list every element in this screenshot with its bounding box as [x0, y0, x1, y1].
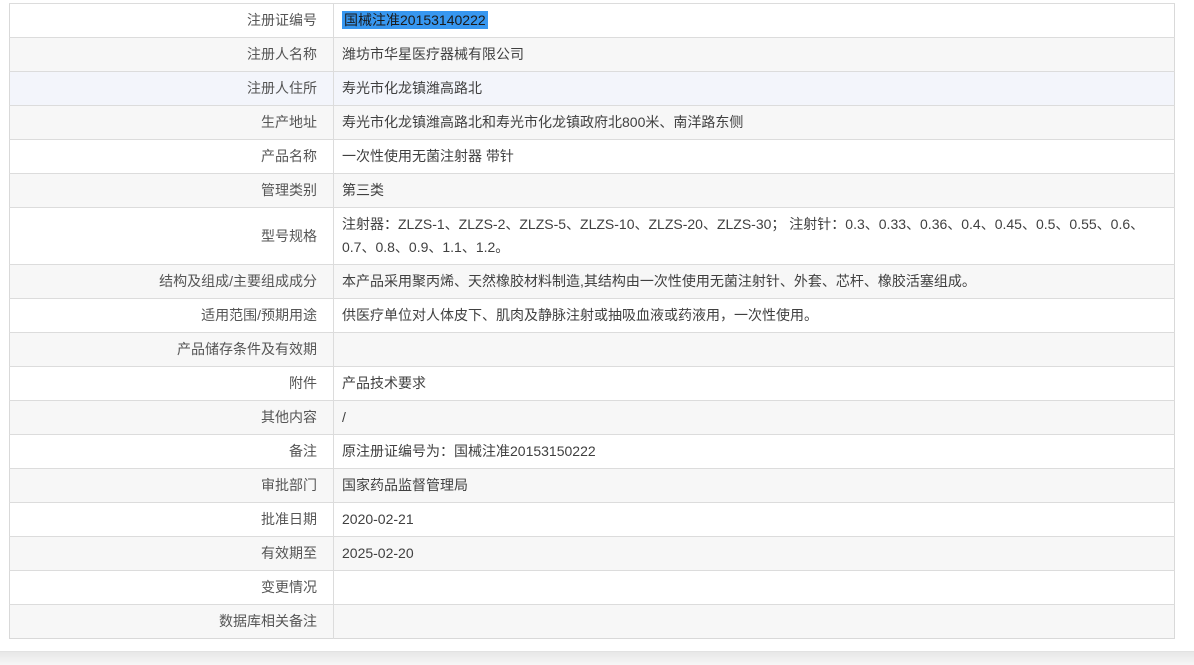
- field-label: 产品储存条件及有效期: [9, 332, 334, 367]
- table-row: 产品名称 一次性使用无菌注射器 带针: [9, 139, 1175, 174]
- field-value: 国家药品监督管理局: [333, 468, 1175, 503]
- field-label: 适用范围/预期用途: [9, 298, 334, 333]
- field-label: 注册证编号: [9, 3, 334, 38]
- table-row: 产品储存条件及有效期: [9, 332, 1175, 367]
- field-label: 备注: [9, 434, 334, 469]
- field-label: 注册人名称: [9, 37, 334, 72]
- field-value: [333, 570, 1175, 605]
- footer-strip: [0, 651, 1194, 665]
- field-value: [333, 604, 1175, 639]
- field-value: 2025-02-20: [333, 536, 1175, 571]
- field-label: 产品名称: [9, 139, 334, 174]
- table-row: 注册人住所 寿光市化龙镇潍高路北: [9, 71, 1175, 106]
- field-label: 审批部门: [9, 468, 334, 503]
- table-row: 生产地址 寿光市化龙镇潍高路北和寿光市化龙镇政府北800米、南洋路东侧: [9, 105, 1175, 140]
- field-value: 寿光市化龙镇潍高路北: [333, 71, 1175, 106]
- field-label: 数据库相关备注: [9, 604, 334, 639]
- field-label: 注册人住所: [9, 71, 334, 106]
- field-label: 管理类别: [9, 173, 334, 208]
- field-label: 生产地址: [9, 105, 334, 140]
- field-value: 供医疗单位对人体皮下、肌肉及静脉注射或抽吸血液或药液用，一次性使用。: [333, 298, 1175, 333]
- field-label: 有效期至: [9, 536, 334, 571]
- table-row: 型号规格 注射器：ZLZS-1、ZLZS-2、ZLZS-5、ZLZS-10、ZLZ…: [9, 207, 1175, 265]
- field-value: 一次性使用无菌注射器 带针: [333, 139, 1175, 174]
- field-value: [333, 332, 1175, 367]
- field-value: 2020-02-21: [333, 502, 1175, 537]
- field-label: 其他内容: [9, 400, 334, 435]
- field-label: 附件: [9, 366, 334, 401]
- field-label: 结构及组成/主要组成成分: [9, 264, 334, 299]
- field-label: 变更情况: [9, 570, 334, 605]
- field-value: 寿光市化龙镇潍高路北和寿光市化龙镇政府北800米、南洋路东侧: [333, 105, 1175, 140]
- table-row: 有效期至 2025-02-20: [9, 536, 1175, 571]
- table-row: 审批部门 国家药品监督管理局: [9, 468, 1175, 503]
- field-value: 第三类: [333, 173, 1175, 208]
- registration-detail-table: 注册证编号 国械注准20153140222 注册人名称 潍坊市华星医疗器械有限公司 注册…: [9, 3, 1175, 639]
- selected-registration-number[interactable]: 国械注准20153140222: [342, 11, 488, 29]
- table-row: 批准日期 2020-02-21: [9, 502, 1175, 537]
- field-value: 国械注准20153140222: [333, 3, 1175, 38]
- field-label: 批准日期: [9, 502, 334, 537]
- table-row: 适用范围/预期用途 供医疗单位对人体皮下、肌肉及静脉注射或抽吸血液或药液用，一次性…: [9, 298, 1175, 333]
- field-value: /: [333, 400, 1175, 435]
- table-row: 注册人名称 潍坊市华星医疗器械有限公司: [9, 37, 1175, 72]
- table-row: 结构及组成/主要组成成分 本产品采用聚丙烯、天然橡胶材料制造,其结构由一次性使用无…: [9, 264, 1175, 299]
- table-row: 备注 原注册证编号为：国械注准20153150222: [9, 434, 1175, 469]
- table-row: 变更情况: [9, 570, 1175, 605]
- field-value: 产品技术要求: [333, 366, 1175, 401]
- table-row: 数据库相关备注: [9, 604, 1175, 639]
- table-row: 管理类别 第三类: [9, 173, 1175, 208]
- field-value: 本产品采用聚丙烯、天然橡胶材料制造,其结构由一次性使用无菌注射针、外套、芯杆、橡…: [333, 264, 1175, 299]
- table-row: 注册证编号 国械注准20153140222: [9, 3, 1175, 38]
- field-value: 注射器：ZLZS-1、ZLZS-2、ZLZS-5、ZLZS-10、ZLZS-20…: [333, 207, 1175, 265]
- table-row: 其他内容 /: [9, 400, 1175, 435]
- field-value: 潍坊市华星医疗器械有限公司: [333, 37, 1175, 72]
- table-row: 附件 产品技术要求: [9, 366, 1175, 401]
- field-value: 原注册证编号为：国械注准20153150222: [333, 434, 1175, 469]
- field-label: 型号规格: [9, 207, 334, 265]
